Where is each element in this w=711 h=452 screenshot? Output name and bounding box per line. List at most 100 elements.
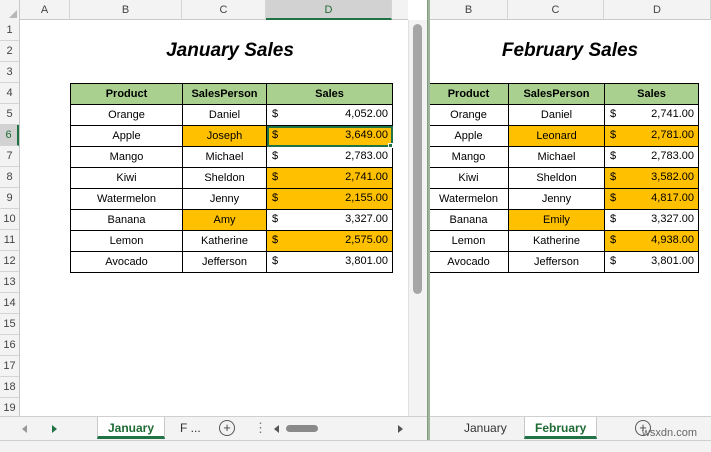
- salesperson-cell[interactable]: Katherine: [182, 230, 267, 252]
- sales-cell[interactable]: $4,938.00: [604, 230, 699, 252]
- product-cell[interactable]: Mango: [430, 146, 509, 168]
- sales-cell[interactable]: $3,327.00: [604, 209, 699, 231]
- currency-symbol: $: [272, 255, 279, 267]
- product-cell[interactable]: Lemon: [70, 230, 183, 252]
- product-cell[interactable]: Lemon: [430, 230, 509, 252]
- column-header-d[interactable]: D: [266, 0, 392, 20]
- column-header-c-right[interactable]: C: [508, 0, 604, 20]
- sales-cell[interactable]: $4,052.00: [266, 104, 393, 126]
- row-header[interactable]: 9: [0, 188, 19, 209]
- next-sheet-arrow-icon[interactable]: [52, 425, 57, 433]
- more-options-icon[interactable]: ⋮: [254, 420, 267, 436]
- header-sales[interactable]: Sales: [266, 83, 393, 105]
- sales-cell[interactable]: $3,801.00: [266, 251, 393, 273]
- salesperson-cell[interactable]: Jenny: [182, 188, 267, 210]
- salesperson-cell[interactable]: Sheldon: [182, 167, 267, 189]
- header-product[interactable]: Product: [70, 83, 183, 105]
- sales-cell[interactable]: $2,741.00: [604, 104, 699, 126]
- row-header[interactable]: 14: [0, 293, 19, 314]
- row-header[interactable]: 4: [0, 83, 19, 104]
- row-header[interactable]: 3: [0, 62, 19, 83]
- sales-cell[interactable]: $2,741.00: [266, 167, 393, 189]
- product-cell[interactable]: Orange: [70, 104, 183, 126]
- row-header[interactable]: 12: [0, 251, 19, 272]
- sales-cell[interactable]: $2,783.00: [604, 146, 699, 168]
- row-header[interactable]: 5: [0, 104, 19, 125]
- row-header[interactable]: 15: [0, 314, 19, 335]
- row-header[interactable]: 17: [0, 356, 19, 377]
- salesperson-cell[interactable]: Katherine: [508, 230, 605, 252]
- sales-cell[interactable]: $3,801.00: [604, 251, 699, 273]
- row-header[interactable]: 18: [0, 377, 19, 398]
- row-header[interactable]: 11: [0, 230, 19, 251]
- row-header[interactable]: 2: [0, 41, 19, 62]
- header-salesperson[interactable]: SalesPerson: [508, 83, 605, 105]
- table-header-row: Product SalesPerson Sales: [430, 83, 699, 105]
- tab-february[interactable]: February: [524, 417, 598, 439]
- tab-february-truncated[interactable]: F ...: [170, 417, 211, 439]
- product-cell[interactable]: Orange: [430, 104, 509, 126]
- scroll-left-arrow-icon[interactable]: [274, 425, 279, 433]
- salesperson-cell[interactable]: Jefferson: [182, 251, 267, 273]
- sales-cell[interactable]: $3,327.00: [266, 209, 393, 231]
- product-cell[interactable]: Kiwi: [70, 167, 183, 189]
- table-row: Banana Amy $3,327.00: [70, 209, 393, 231]
- salesperson-cell[interactable]: Joseph: [182, 125, 267, 147]
- salesperson-cell[interactable]: Jenny: [508, 188, 605, 210]
- scroll-right-arrow-icon[interactable]: [398, 425, 403, 433]
- fill-handle[interactable]: [388, 143, 393, 148]
- column-header-a[interactable]: A: [20, 0, 70, 20]
- sales-cell[interactable]: $2,575.00: [266, 230, 393, 252]
- row-header[interactable]: 10: [0, 209, 19, 230]
- column-header-c[interactable]: C: [182, 0, 266, 20]
- salesperson-cell[interactable]: Leonard: [508, 125, 605, 147]
- product-cell[interactable]: Banana: [70, 209, 183, 231]
- product-cell[interactable]: Avocado: [430, 251, 509, 273]
- header-sales[interactable]: Sales: [604, 83, 699, 105]
- sales-cell[interactable]: $2,783.00: [266, 146, 393, 168]
- column-header-b-right[interactable]: B: [430, 0, 508, 20]
- add-sheet-icon[interactable]: +: [219, 420, 235, 436]
- row-header[interactable]: 1: [0, 20, 19, 41]
- salesperson-cell[interactable]: Daniel: [182, 104, 267, 126]
- salesperson-cell[interactable]: Michael: [508, 146, 605, 168]
- product-cell[interactable]: Mango: [70, 146, 183, 168]
- currency-symbol: $: [272, 213, 279, 225]
- select-all-corner[interactable]: [0, 0, 20, 20]
- salesperson-cell[interactable]: Amy: [182, 209, 267, 231]
- salesperson-cell[interactable]: Daniel: [508, 104, 605, 126]
- horizontal-scroll-thumb[interactable]: [286, 425, 318, 432]
- row-header[interactable]: 7: [0, 146, 19, 167]
- header-product[interactable]: Product: [430, 83, 509, 105]
- column-header-d-right[interactable]: D: [604, 0, 711, 20]
- header-salesperson[interactable]: SalesPerson: [182, 83, 267, 105]
- salesperson-cell[interactable]: Emily: [508, 209, 605, 231]
- currency-symbol: $: [272, 108, 279, 120]
- salesperson-cell[interactable]: Sheldon: [508, 167, 605, 189]
- row-header[interactable]: 16: [0, 335, 19, 356]
- row-header[interactable]: 13: [0, 272, 19, 293]
- product-cell[interactable]: Apple: [70, 125, 183, 147]
- tab-january[interactable]: January: [97, 417, 166, 439]
- salesperson-cell[interactable]: Jefferson: [508, 251, 605, 273]
- salesperson-cell[interactable]: Michael: [182, 146, 267, 168]
- sales-cell[interactable]: $2,155.00: [266, 188, 393, 210]
- vertical-scrollbar[interactable]: [408, 20, 427, 416]
- vertical-scroll-thumb[interactable]: [413, 24, 422, 294]
- product-cell[interactable]: Banana: [430, 209, 509, 231]
- sales-cell[interactable]: $3,649.00: [266, 125, 393, 147]
- sales-cell[interactable]: $3,582.00: [604, 167, 699, 189]
- currency-symbol: $: [610, 150, 617, 162]
- product-cell[interactable]: Avocado: [70, 251, 183, 273]
- column-header-b[interactable]: B: [70, 0, 182, 20]
- sales-cell[interactable]: $4,817.00: [604, 188, 699, 210]
- product-cell[interactable]: Watermelon: [430, 188, 509, 210]
- product-cell[interactable]: Apple: [430, 125, 509, 147]
- row-header[interactable]: 6: [0, 125, 19, 146]
- product-cell[interactable]: Kiwi: [430, 167, 509, 189]
- row-header[interactable]: 8: [0, 167, 19, 188]
- product-cell[interactable]: Watermelon: [70, 188, 183, 210]
- prev-sheet-arrow-icon[interactable]: [22, 425, 27, 433]
- tab-january[interactable]: January: [454, 417, 517, 439]
- sales-cell[interactable]: $2,781.00: [604, 125, 699, 147]
